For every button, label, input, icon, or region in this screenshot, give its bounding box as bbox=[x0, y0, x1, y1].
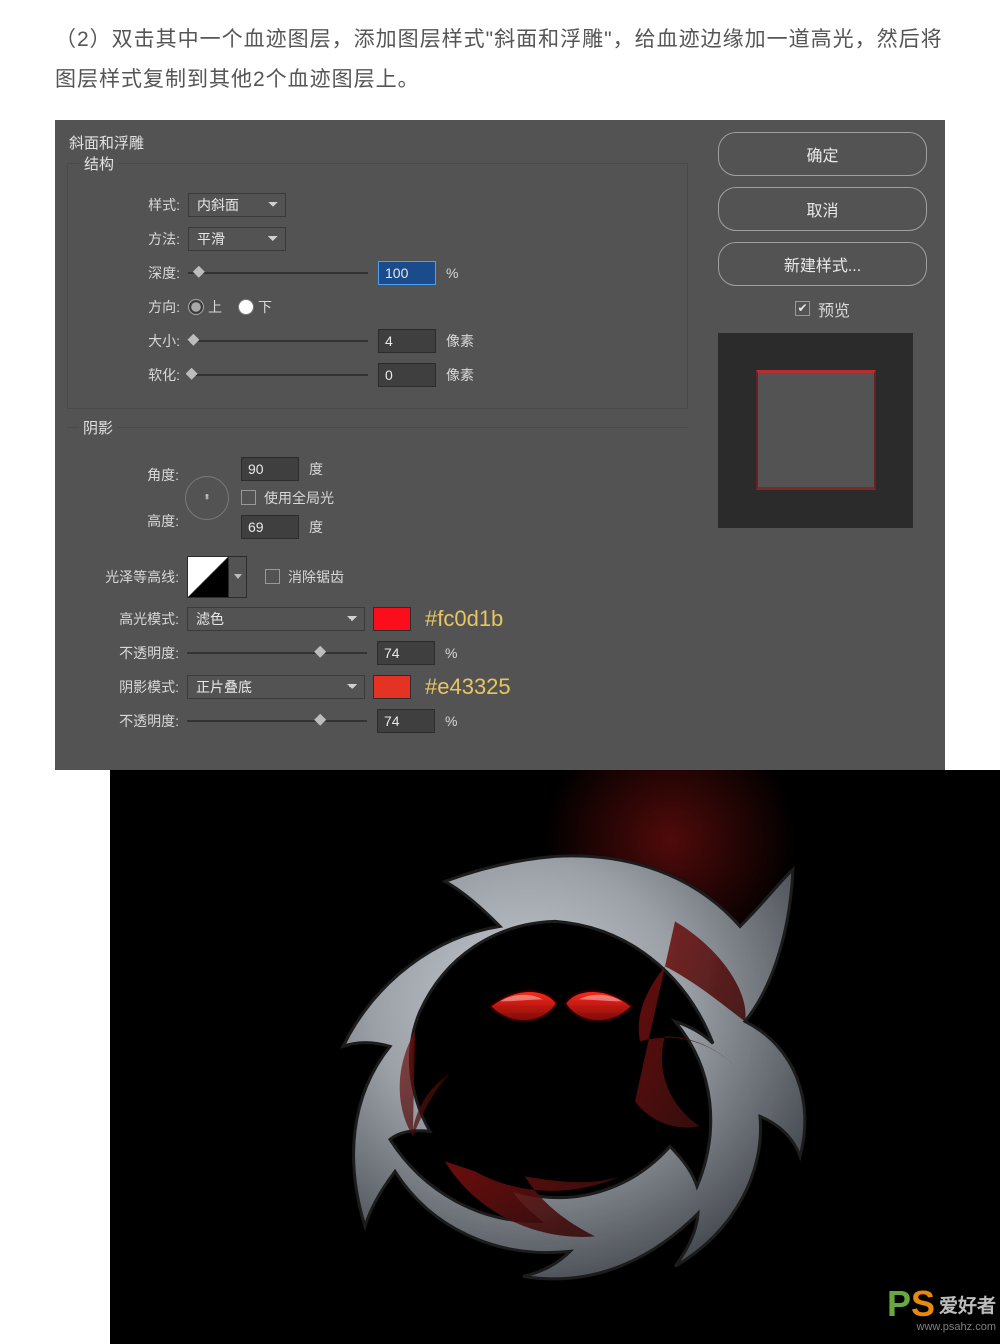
technique-label: 方法: bbox=[80, 229, 188, 249]
highlight-mode-label: 高光模式: bbox=[79, 609, 187, 629]
direction-up-radio[interactable]: 上 bbox=[188, 297, 222, 317]
depth-slider[interactable] bbox=[188, 272, 368, 274]
direction-down-radio[interactable]: 下 bbox=[238, 297, 272, 317]
ok-button[interactable]: 确定 bbox=[718, 132, 927, 176]
size-label: 大小: bbox=[80, 331, 188, 351]
new-style-button[interactable]: 新建样式... bbox=[718, 242, 927, 286]
structure-group: 结构 样式: 内斜面 方法: 平滑 深度: % 方向: 上 bbox=[67, 153, 688, 409]
altitude-input[interactable] bbox=[241, 515, 299, 539]
highlight-opacity-input[interactable] bbox=[377, 641, 435, 665]
preview-checkbox[interactable]: 预览 bbox=[718, 297, 927, 321]
panel-title: 斜面和浮雕 bbox=[69, 132, 700, 153]
bevel-emboss-panel: 斜面和浮雕 结构 样式: 内斜面 方法: 平滑 深度: % bbox=[55, 120, 945, 770]
emblem-artwork bbox=[295, 831, 815, 1301]
preview-thumbnail bbox=[718, 333, 913, 528]
style-label: 样式: bbox=[80, 195, 188, 215]
shadow-hex-note: #e43325 bbox=[425, 674, 511, 700]
depth-input[interactable] bbox=[378, 261, 436, 285]
altitude-unit: 度 bbox=[309, 517, 323, 537]
highlight-opacity-unit: % bbox=[445, 645, 457, 661]
technique-select[interactable]: 平滑 bbox=[188, 227, 286, 251]
soften-slider[interactable] bbox=[188, 374, 368, 376]
structure-legend: 结构 bbox=[80, 153, 118, 174]
angle-dial[interactable] bbox=[185, 476, 229, 520]
direction-label: 方向: bbox=[80, 297, 188, 317]
altitude-label: 高度: bbox=[79, 511, 187, 531]
shadow-opacity-input[interactable] bbox=[377, 709, 435, 733]
shadow-mode-label: 阴影模式: bbox=[79, 677, 187, 697]
size-input[interactable] bbox=[378, 329, 436, 353]
result-preview-image bbox=[110, 770, 1000, 1344]
instruction-text: （2）双击其中一个血迹图层，添加图层样式"斜面和浮雕"，给血迹边缘加一道高光，然… bbox=[0, 0, 1000, 110]
watermark: PS爱好者 www.psahz.com bbox=[887, 1283, 996, 1333]
depth-label: 深度: bbox=[80, 263, 188, 283]
shading-group: 阴影 角度: 高度: bbox=[67, 417, 688, 754]
gloss-contour-swatch[interactable] bbox=[187, 556, 229, 598]
highlight-opacity-label: 不透明度: bbox=[79, 643, 187, 663]
shadow-mode-select[interactable]: 正片叠底 bbox=[187, 675, 365, 699]
style-select[interactable]: 内斜面 bbox=[188, 193, 286, 217]
contour-label: 光泽等高线: bbox=[79, 567, 187, 587]
soften-label: 软化: bbox=[80, 365, 188, 385]
size-unit: 像素 bbox=[446, 331, 474, 351]
highlight-mode-select[interactable]: 滤色 bbox=[187, 607, 365, 631]
shading-legend: 阴影 bbox=[79, 417, 117, 438]
highlight-hex-note: #fc0d1b bbox=[425, 606, 503, 632]
cancel-button[interactable]: 取消 bbox=[718, 187, 927, 231]
soften-input[interactable] bbox=[378, 363, 436, 387]
angle-unit: 度 bbox=[309, 459, 323, 479]
angle-label: 角度: bbox=[79, 465, 187, 485]
shadow-opacity-slider[interactable] bbox=[187, 720, 367, 722]
shadow-opacity-label: 不透明度: bbox=[79, 711, 187, 731]
shadow-color-swatch[interactable] bbox=[373, 675, 411, 699]
highlight-opacity-slider[interactable] bbox=[187, 652, 367, 654]
shadow-opacity-unit: % bbox=[445, 713, 457, 729]
gloss-contour-dropdown[interactable] bbox=[229, 556, 247, 598]
soften-unit: 像素 bbox=[446, 365, 474, 385]
antialias-checkbox[interactable]: 消除锯齿 bbox=[265, 567, 344, 587]
highlight-color-swatch[interactable] bbox=[373, 607, 411, 631]
depth-unit: % bbox=[446, 265, 458, 281]
angle-input[interactable] bbox=[241, 457, 299, 481]
size-slider[interactable] bbox=[188, 340, 368, 342]
global-light-checkbox[interactable]: 使用全局光 bbox=[241, 488, 334, 508]
